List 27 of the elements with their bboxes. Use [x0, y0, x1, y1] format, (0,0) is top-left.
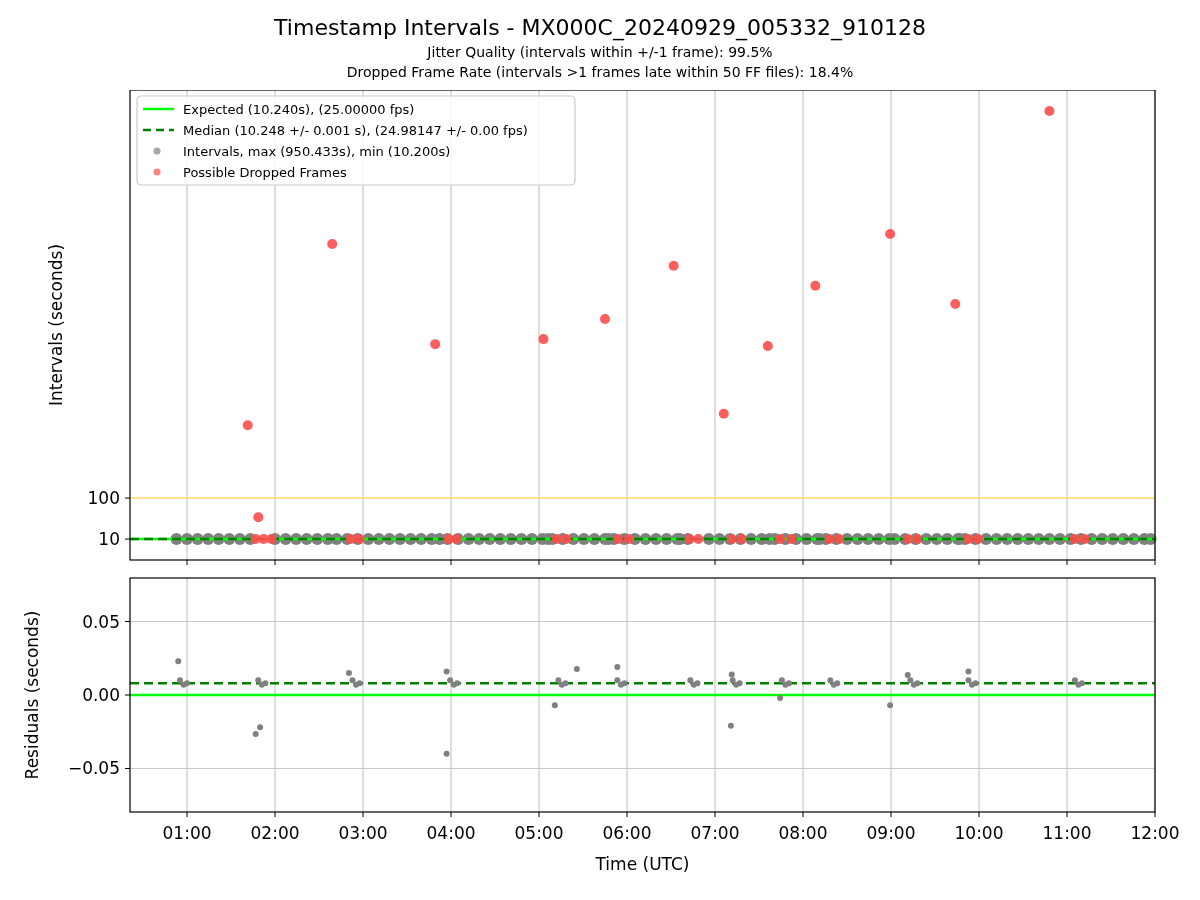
x-tick-label: 10:00	[954, 823, 1004, 843]
y-tick-label: −0.05	[67, 758, 120, 779]
x-tick-label: 11:00	[1042, 823, 1092, 843]
y-axis-label: Intervals (seconds)	[46, 243, 66, 407]
x-tick-label: 01:00	[162, 823, 212, 843]
y-tick-label: 10	[98, 529, 120, 550]
x-tick-label: 04:00	[426, 823, 476, 843]
y-tick-label: 0.00	[82, 685, 120, 705]
legend-label: Possible Dropped Frames	[183, 164, 347, 180]
legend-label: Median (10.248 +/- 0.001 s), (24.98147 +/- 0.00 fps)	[183, 122, 528, 138]
y-tick-label: 0.05	[82, 611, 120, 632]
x-tick-label: 03:00	[338, 823, 388, 843]
figure-subtitle: Jitter Quality (intervals within +/-1 frame): 99.5%	[427, 43, 773, 62]
x-tick-label: 09:00	[866, 823, 916, 843]
x-tick-label: 08:00	[778, 823, 828, 843]
x-tick-label: 02:00	[250, 823, 300, 843]
figure-title: Timestamp Intervals - MX000C_20240929_005332_910128	[274, 14, 926, 42]
x-axis-label: Time (UTC)	[595, 854, 690, 874]
x-tick-label: 06:00	[602, 823, 652, 843]
legend-label: Expected (10.240s), (25.00000 fps)	[183, 101, 415, 117]
y-tick-label: 100	[87, 488, 120, 509]
x-tick-label: 12:00	[1130, 823, 1180, 843]
figure-subtitle: Dropped Frame Rate (intervals >1 frames late within 50 FF files): 18.4%	[346, 63, 854, 82]
x-tick-label: 05:00	[514, 823, 564, 843]
legend-label: Intervals, max (950.433s), min (10.200s)	[183, 143, 451, 159]
y-axis-label: Residuals (seconds)	[22, 610, 42, 780]
x-tick-label: 07:00	[690, 823, 740, 843]
